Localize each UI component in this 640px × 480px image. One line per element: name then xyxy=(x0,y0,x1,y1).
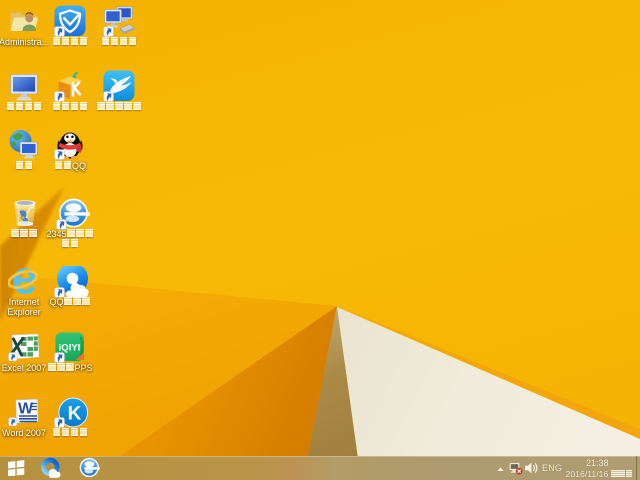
svg-text:iQIYI: iQIYI xyxy=(59,342,81,353)
svg-text:K: K xyxy=(68,404,82,425)
